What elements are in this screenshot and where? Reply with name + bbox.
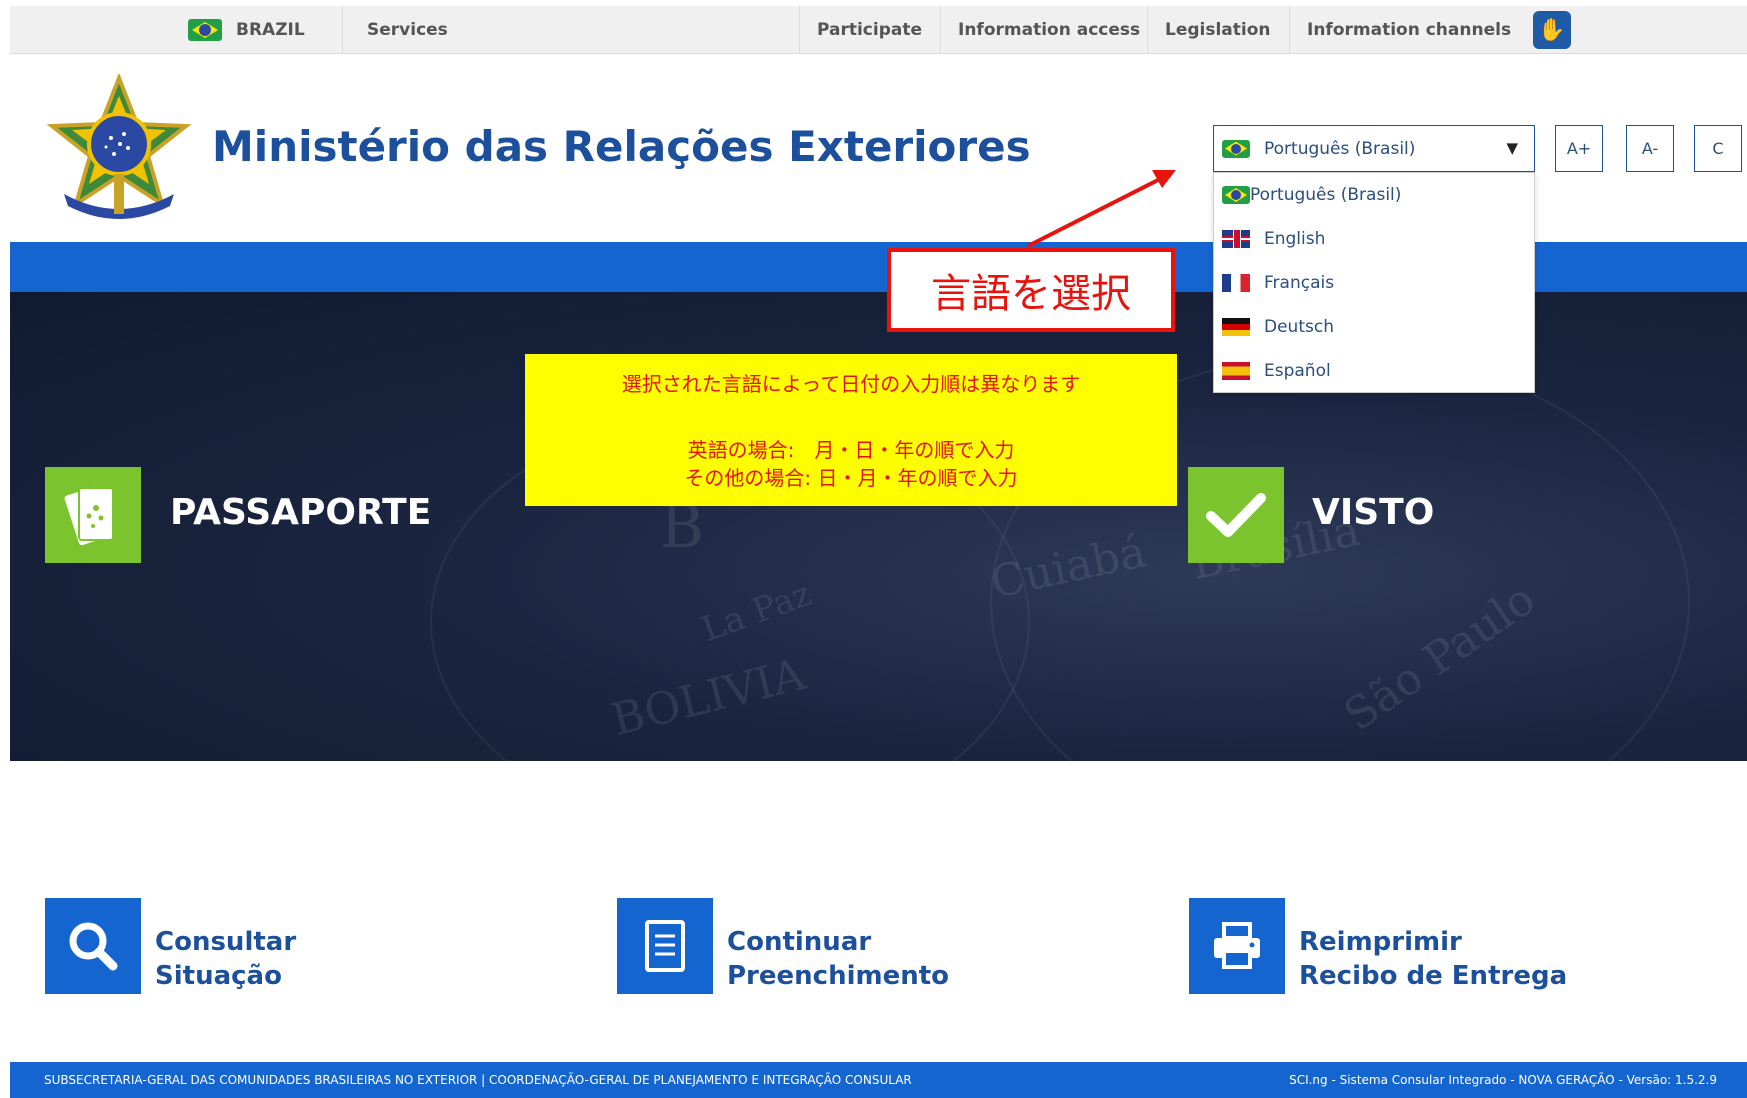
information-access-link[interactable]: Information access (958, 6, 1140, 54)
services-link[interactable]: Services (367, 6, 448, 54)
language-selected-value: Português (Brasil) (1264, 138, 1416, 159)
continue-filling-label[interactable]: Continuar Preenchimento (727, 925, 949, 993)
note-line-2: 英語の場合: 月・日・年の順で入力 (687, 438, 1015, 462)
brazil-link[interactable]: BRAZIL (188, 6, 305, 54)
language-option-label: Deutsch (1264, 317, 1334, 337)
accessibility-link[interactable]: ✋ (1533, 6, 1571, 54)
language-option-portuguese[interactable]: Português (Brasil) (1214, 173, 1534, 217)
page: BRAZIL Services Participate Information … (0, 0, 1747, 1098)
gov-top-bar: BRAZIL Services Participate Information … (10, 6, 1747, 54)
action-line: Reimprimir (1299, 927, 1462, 957)
consult-status-button[interactable] (45, 898, 141, 994)
action-line: Continuar (727, 927, 872, 957)
brazil-flag-icon (188, 19, 222, 41)
language-option-german[interactable]: Deutsch (1214, 305, 1534, 349)
passport-label[interactable]: PASSAPORTE (170, 492, 431, 533)
note-line-3: その他の場合: 日・月・年の順で入力 (684, 466, 1018, 490)
site-title: Ministério das Relações Exteriores (212, 122, 1031, 171)
language-dropdown-menu: Português (Brasil) English Français Deut… (1213, 172, 1535, 393)
uk-flag-icon (1222, 230, 1250, 248)
document-icon (645, 920, 685, 972)
brazil-flag-icon (1222, 139, 1250, 158)
brazil-label: BRAZIL (236, 20, 305, 40)
action-line: Preenchimento (727, 961, 950, 991)
passport-icon (64, 486, 114, 546)
legislation-link[interactable]: Legislation (1165, 6, 1271, 54)
contrast-button[interactable]: C (1694, 125, 1742, 172)
visa-tile-icon[interactable] (1188, 467, 1284, 563)
font-decrease-button[interactable]: A- (1626, 125, 1674, 172)
chevron-down-icon: ▼ (1506, 139, 1518, 157)
language-option-spanish[interactable]: Español (1214, 349, 1534, 393)
action-line: Recibo de Entrega (1299, 961, 1568, 991)
language-option-label: English (1264, 229, 1326, 249)
action-line: Consultar (155, 927, 297, 957)
footer: SUBSECRETARIA-GERAL DAS COMUNIDADES BRAS… (10, 1062, 1747, 1098)
printer-icon (1214, 922, 1260, 969)
sign-language-icon: ✋ (1533, 11, 1571, 49)
language-option-label: Español (1264, 361, 1331, 381)
information-channels-link[interactable]: Information channels (1307, 6, 1511, 54)
reprint-receipt-button[interactable] (1189, 898, 1285, 994)
language-select[interactable]: Português (Brasil) ▼ (1213, 125, 1535, 172)
reprint-receipt-label[interactable]: Reimprimir Recibo de Entrega (1299, 925, 1567, 993)
participate-link[interactable]: Participate (817, 6, 922, 54)
language-option-label: Português (Brasil) (1250, 185, 1402, 205)
footer-version-text: SCI.ng - Sistema Consular Integrado - NO… (1289, 1073, 1717, 1087)
note-line-1: 選択された言語によって日付の入力順は異なります (621, 372, 1081, 396)
france-flag-icon (1222, 274, 1250, 292)
spain-flag-icon (1222, 362, 1250, 380)
language-option-label: Français (1264, 273, 1335, 293)
visa-label[interactable]: VISTO (1312, 492, 1434, 533)
language-option-french[interactable]: Français (1214, 261, 1534, 305)
brazil-flag-icon (1222, 186, 1250, 204)
search-icon (69, 922, 118, 971)
annotation-date-order-note: 選択された言語によって日付の入力順は異なります 英語の場合: 月・日・年の順で入… (525, 354, 1177, 506)
annotation-select-language: 言語を選択 (887, 248, 1175, 332)
germany-flag-icon (1222, 318, 1250, 336)
passport-tile-icon[interactable] (45, 467, 141, 563)
action-line: Situação (155, 961, 282, 991)
coat-of-arms-logo (46, 74, 192, 219)
consult-status-label[interactable]: Consultar Situação (155, 925, 296, 993)
language-option-english[interactable]: English (1214, 217, 1534, 261)
footer-left-text: SUBSECRETARIA-GERAL DAS COMUNIDADES BRAS… (44, 1073, 912, 1087)
continue-filling-button[interactable] (617, 898, 713, 994)
font-increase-button[interactable]: A+ (1555, 125, 1603, 172)
checkmark-icon (1206, 493, 1266, 537)
